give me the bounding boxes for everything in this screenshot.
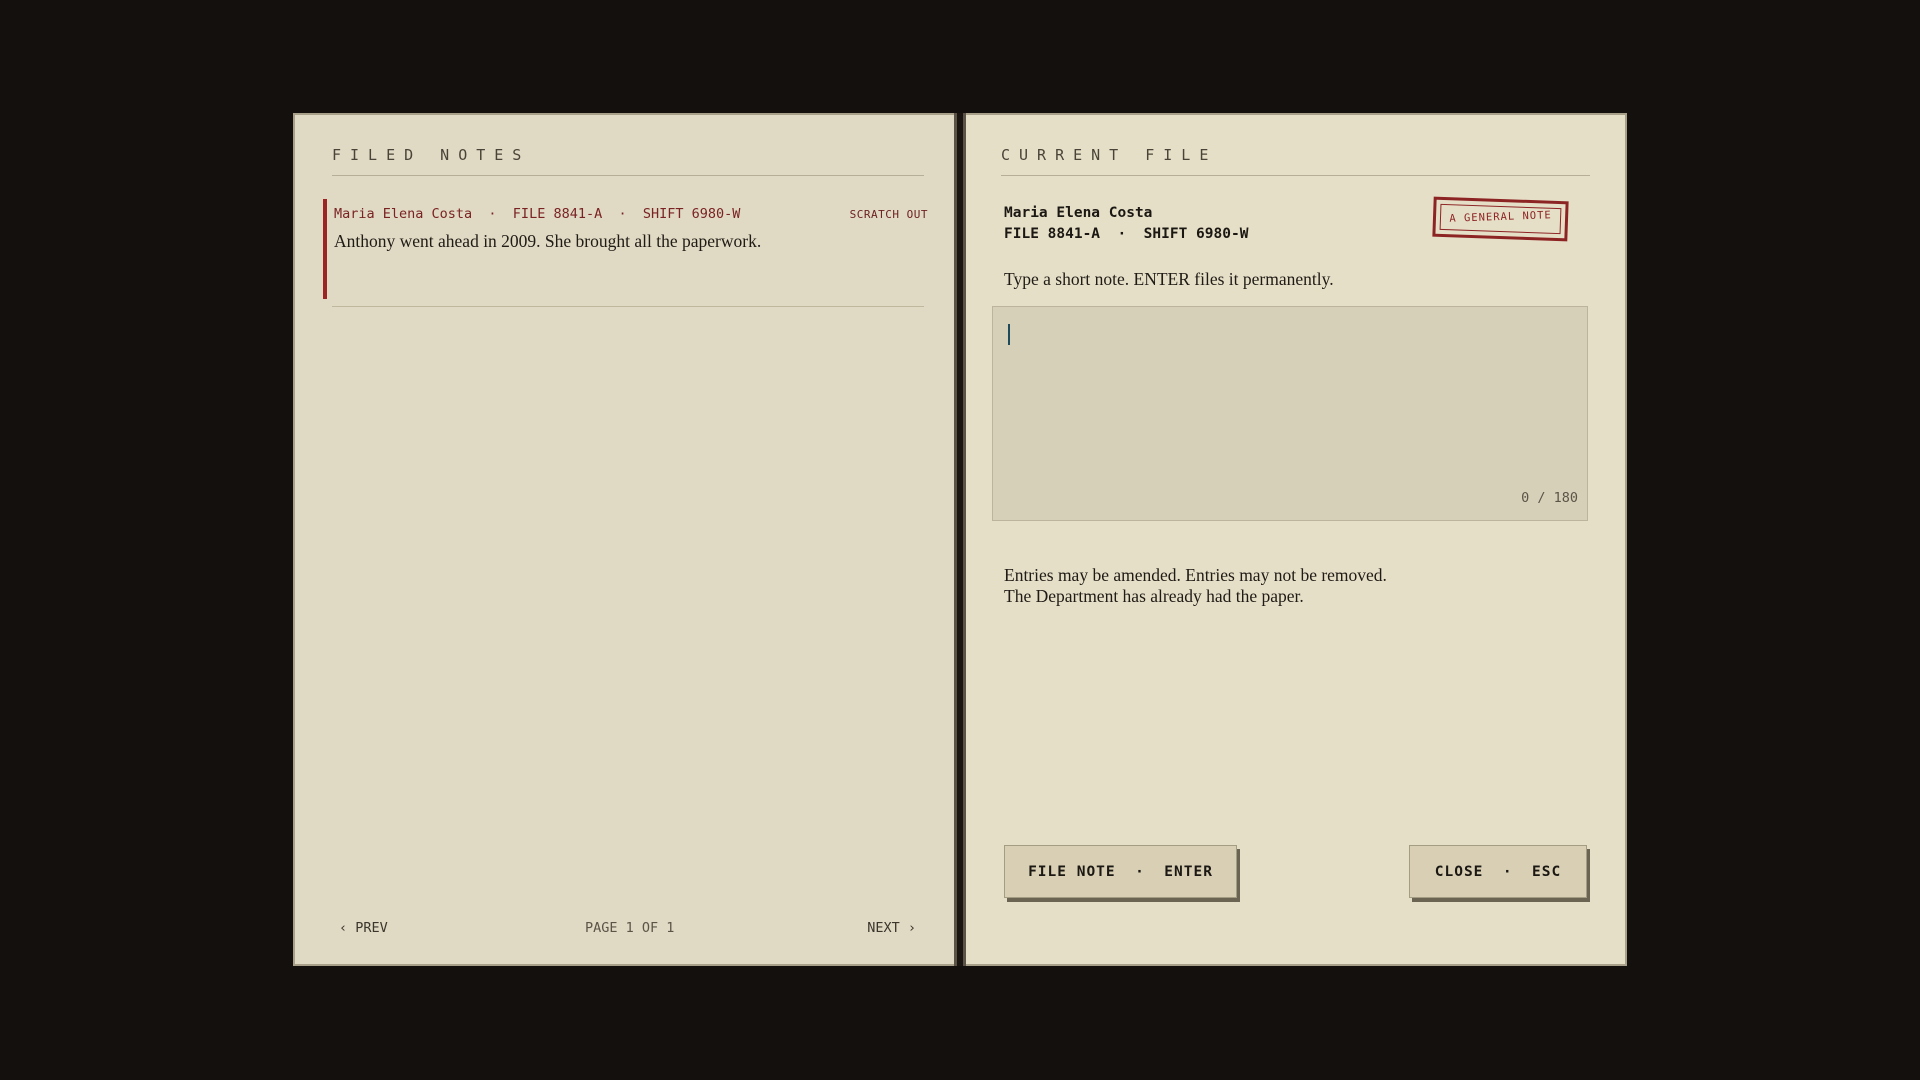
policy-line-1: Entries may be amended. Entries may not … (1004, 565, 1387, 585)
current-file-page: CURRENT FILE Maria Elena Costa FILE 8841… (966, 113, 1627, 966)
title-divider (1001, 175, 1590, 176)
scratch-out-button[interactable]: SCRATCH OUT (850, 208, 928, 221)
prev-page-button[interactable]: ‹ PREV (339, 920, 388, 936)
close-button[interactable]: CLOSE · ESC (1409, 845, 1587, 898)
note-marker-bar (323, 199, 327, 299)
note-divider (332, 306, 924, 307)
file-identifiers: FILE 8841-A · SHIFT 6980-W (1004, 226, 1249, 242)
book-spine (954, 113, 966, 966)
note-entry: Maria Elena Costa · FILE 8841-A · SHIFT … (323, 199, 928, 299)
general-note-stamp: A GENERAL NOTE (1432, 196, 1569, 242)
note-input[interactable]: 0 / 180 (992, 306, 1588, 521)
character-counter: 0 / 180 (1521, 490, 1578, 506)
note-instruction: Type a short note. ENTER files it perman… (1004, 269, 1334, 289)
note-text: Anthony went ahead in 2009. She brought … (334, 231, 762, 251)
current-file-title: CURRENT FILE (1001, 146, 1218, 164)
next-page-button[interactable]: NEXT › (867, 920, 916, 936)
note-meta: Maria Elena Costa · FILE 8841-A · SHIFT … (334, 206, 741, 222)
file-person-name: Maria Elena Costa (1004, 205, 1153, 221)
file-note-button[interactable]: FILE NOTE · ENTER (1004, 845, 1237, 898)
page-indicator: PAGE 1 OF 1 (585, 920, 675, 936)
filed-notes-title: FILED NOTES (332, 146, 531, 164)
title-divider (332, 175, 924, 176)
policy-line-2: The Department has already had the paper… (1004, 586, 1304, 606)
text-caret (1008, 324, 1010, 345)
filed-notes-page: FILED NOTES Maria Elena Costa · FILE 884… (293, 113, 954, 966)
policy-text: Entries may be amended. Entries may not … (1004, 565, 1387, 607)
